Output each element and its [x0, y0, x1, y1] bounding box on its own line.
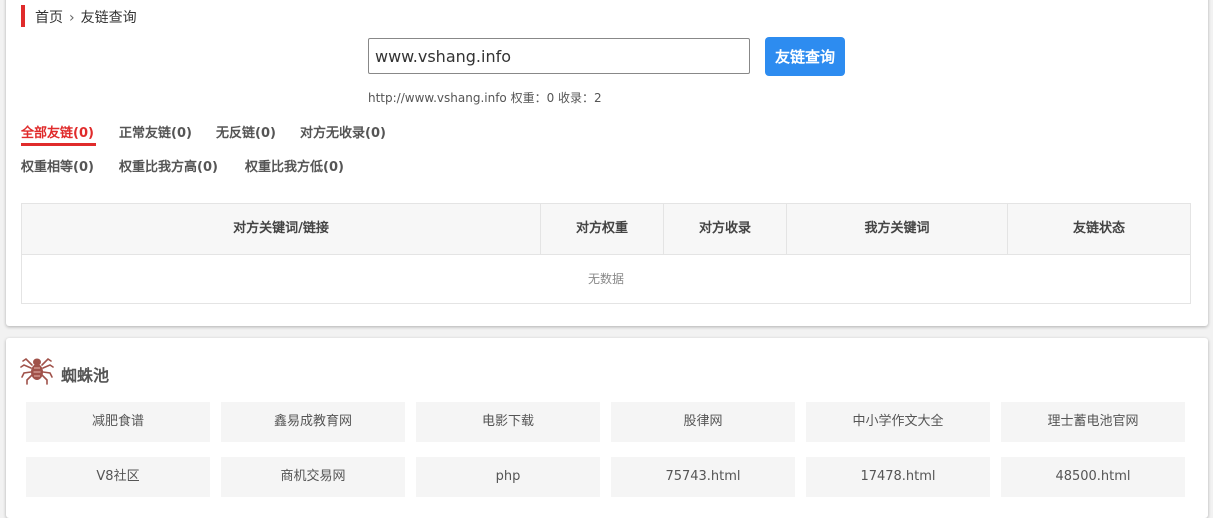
friend-link-query-card: 首页 › 友链查询 友链查询 http://www.vshang.info 权重：0…: [6, 0, 1208, 326]
spider-link-item[interactable]: 48500.html: [1001, 457, 1185, 497]
spider-pool-title: 蜘蛛池: [61, 366, 110, 385]
results-table: 对方关键词/链接 对方权重 对方收录 我方关键词 友链状态 无数据: [21, 203, 1191, 304]
active-filter-underline: [21, 143, 96, 146]
site-info: http://www.vshang.info 权重：0 收录：2: [368, 91, 602, 105]
filter-no-index[interactable]: 对方无收录(0): [300, 122, 386, 141]
spider-link-item[interactable]: 中小学作文大全: [806, 402, 990, 442]
spider-link-item[interactable]: 商机交易网: [221, 457, 405, 497]
filter-higher-weight[interactable]: 权重比我方高(0): [119, 156, 218, 175]
spider-link-item[interactable]: 鑫易成教育网: [221, 402, 405, 442]
search-input[interactable]: [368, 38, 750, 74]
empty-state: 无数据: [587, 272, 624, 286]
spider-link-item[interactable]: 股律网: [611, 402, 795, 442]
spider-icon: [20, 357, 54, 385]
spider-link-item[interactable]: php: [416, 457, 600, 497]
spider-pool-card: 蜘蛛池 减肥食谱 鑫易成教育网 电影下载 股律网 中小学作文大全 理士蓄电池官网…: [6, 338, 1208, 518]
filter-lower-weight[interactable]: 权重比我方低(0): [245, 156, 344, 175]
breadcrumb-home-link[interactable]: 首页: [35, 10, 63, 26]
column-header-their-index: 对方收录: [664, 204, 787, 254]
spider-link-item[interactable]: V8社区: [26, 457, 210, 497]
chevron-right-icon: ›: [69, 10, 75, 26]
column-header-keyword-link: 对方关键词/链接: [22, 204, 541, 254]
breadcrumb-accent-bar: [21, 5, 25, 27]
column-header-their-weight: 对方权重: [541, 204, 664, 254]
table-header: 对方关键词/链接 对方权重 对方收录 我方关键词 友链状态: [22, 204, 1190, 255]
breadcrumb-current: 友链查询: [80, 10, 137, 26]
filter-all-links[interactable]: 全部友链(0): [21, 122, 94, 141]
column-header-link-status: 友链状态: [1072, 221, 1125, 236]
breadcrumb: 首页 › 友链查询: [35, 10, 137, 26]
query-button[interactable]: 友链查询: [765, 37, 845, 76]
spider-link-item[interactable]: 减肥食谱: [26, 402, 210, 442]
column-header-our-keyword: 我方关键词: [787, 204, 1008, 254]
spider-link-item[interactable]: 17478.html: [806, 457, 990, 497]
filter-equal-weight[interactable]: 权重相等(0): [21, 156, 94, 175]
spider-link-item[interactable]: 电影下载: [416, 402, 600, 442]
spider-link-item[interactable]: 理士蓄电池官网: [1001, 402, 1185, 442]
spider-link-item[interactable]: 75743.html: [611, 457, 795, 497]
filter-normal-links[interactable]: 正常友链(0): [119, 122, 192, 141]
filter-no-backlink[interactable]: 无反链(0): [216, 122, 276, 141]
